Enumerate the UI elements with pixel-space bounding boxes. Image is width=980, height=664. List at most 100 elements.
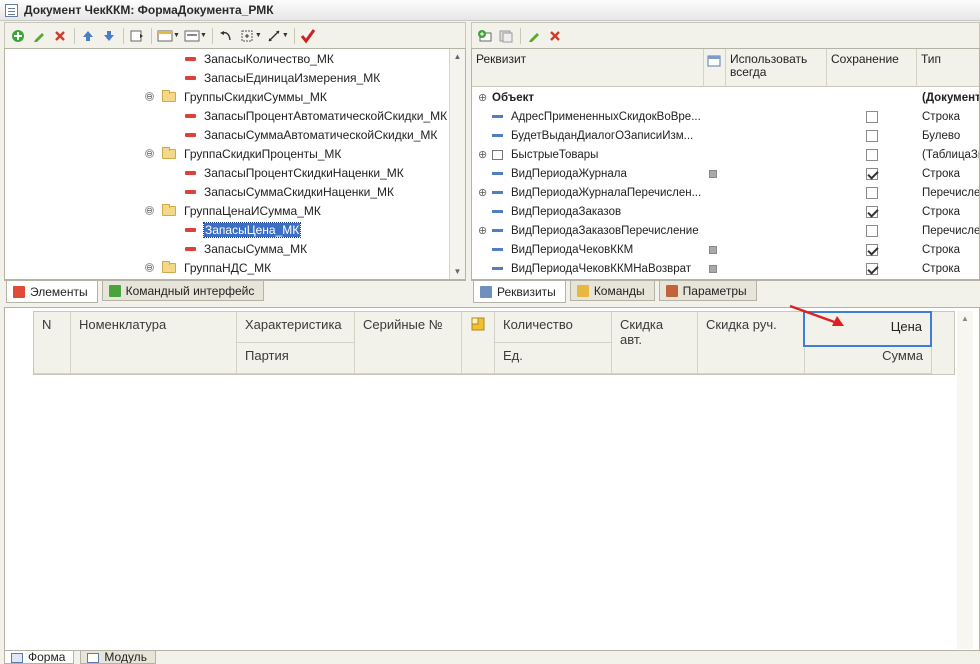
column-unit[interactable]: Ед. — [495, 343, 612, 374]
table-row[interactable]: ВидПериодаЧековККМНаВозврат Строка — [472, 259, 979, 278]
expand-icon[interactable]: ⊕ — [478, 186, 492, 199]
column-header-icon[interactable] — [704, 49, 726, 87]
add-icon[interactable] — [8, 26, 28, 46]
delete-icon[interactable] — [545, 26, 565, 46]
column-icon[interactable] — [462, 312, 495, 374]
column-sum[interactable]: Сумма — [805, 343, 932, 374]
tree-item[interactable]: ЗапасыСуммаАвтоматическойСкидки_МК — [185, 125, 437, 144]
undo-arrow-icon[interactable] — [216, 26, 236, 46]
table-row[interactable]: ВидПериодаЧековККМ Строка — [472, 240, 979, 259]
scroll-up-icon[interactable]: ▲ — [957, 311, 973, 327]
save-checkbox[interactable] — [866, 262, 878, 275]
panel-icon[interactable] — [182, 26, 202, 46]
chevron-down-icon[interactable]: ▼ — [200, 32, 207, 39]
collapse-icon[interactable]: ⊖ — [145, 206, 154, 215]
table-row[interactable]: БудетВыданДиалогОЗаписиИзм... Булево — [472, 126, 979, 145]
cell-save — [866, 126, 882, 145]
tree-group[interactable]: ⊖ ГруппыСкидкиСуммы_МК — [145, 87, 327, 106]
column-header-type[interactable]: Тип — [917, 49, 979, 87]
collapse-icon[interactable]: ⊖ — [145, 92, 154, 101]
table-row[interactable]: ⊕ БыстрыеТовары (ТаблицаЗн — [472, 145, 979, 164]
cell-type: Строка — [922, 167, 961, 180]
chevron-down-icon[interactable]: ▼ — [255, 32, 262, 39]
arrow-down-icon[interactable] — [99, 26, 119, 46]
expand-icon[interactable]: ⊕ — [478, 224, 492, 237]
save-checkbox[interactable] — [866, 167, 878, 180]
expand-icon[interactable]: ⊕ — [478, 148, 492, 161]
attribute-name: ВидПериодаЧековККМНаВозврат — [511, 262, 692, 275]
copy-attribute-icon[interactable] — [496, 26, 516, 46]
chevron-down-icon[interactable]: ▼ — [282, 32, 289, 39]
tree-item[interactable]: ЗапасыПроцентАвтоматическойСкидки_МК — [185, 106, 447, 125]
tab-attributes[interactable]: Реквизиты — [473, 281, 566, 303]
elements-tree[interactable]: ЗапасыКоличество_МК ЗапасыЕдиницаИзмерен… — [4, 48, 466, 280]
table-row[interactable]: ВидПериодаЖурнала Строка — [472, 164, 979, 183]
column-header-always[interactable]: Использовать всегда — [726, 49, 827, 87]
save-checkbox[interactable] — [866, 205, 878, 218]
delete-icon[interactable] — [50, 26, 70, 46]
tab-module[interactable]: Модуль — [80, 651, 156, 664]
tab-form[interactable]: Форма — [4, 651, 75, 664]
chevron-down-icon[interactable]: ▼ — [173, 32, 180, 39]
save-checkbox[interactable] — [866, 243, 878, 256]
tab-parameters[interactable]: Параметры — [658, 281, 757, 301]
tree-item[interactable]: ЗапасыКоличество_МК — [185, 49, 334, 68]
marker-icon — [709, 245, 717, 254]
column-n[interactable]: N — [34, 312, 71, 374]
save-checkbox[interactable] — [866, 224, 878, 237]
attributes-grid[interactable]: Реквизит Использовать всегда Сохранение Т… — [471, 48, 980, 280]
resize-icon[interactable] — [264, 26, 284, 46]
tab-command-interface[interactable]: Командный интерфейс — [101, 281, 265, 301]
table-row[interactable]: ВидПериодаЗаказов Строка — [472, 202, 979, 221]
tree-item[interactable]: ЗапасыСуммаСкидкиНаценки_МК — [185, 182, 394, 201]
toolbar-separator — [74, 27, 75, 44]
attributes-toolbar — [471, 22, 980, 48]
arrow-up-icon[interactable] — [78, 26, 98, 46]
tree-group[interactable]: ⊖ ГруппаЦенаИСумма_МК — [145, 201, 321, 220]
attribute-icon — [492, 191, 503, 194]
collapse-icon[interactable]: ⊖ — [145, 263, 154, 272]
column-quantity[interactable]: Количество — [495, 312, 612, 343]
tree-group[interactable]: ⊖ ГруппаСкидкиПроценты_МК — [145, 144, 341, 163]
tree-item-selected[interactable]: ЗапасыЦена_МК — [185, 220, 302, 239]
column-serial[interactable]: Серийные № — [355, 312, 462, 374]
table-row[interactable]: ⊕ Объект (Документ — [472, 88, 979, 107]
form-scrollbar[interactable]: ▲ — [957, 311, 973, 649]
checkmark-icon[interactable] — [298, 26, 318, 46]
column-header-rekvizit[interactable]: Реквизит — [472, 49, 704, 87]
save-checkbox[interactable] — [866, 129, 878, 142]
tree-item[interactable]: ЗапасыСумма_МК — [185, 239, 307, 258]
column-header-save[interactable]: Сохранение — [827, 49, 917, 87]
tab-elements[interactable]: Элементы — [6, 281, 98, 303]
cell-rekvizit: ⊕ ВидПериодаЖурналаПеречислен... — [478, 183, 702, 202]
tab-commands[interactable]: Команды — [569, 281, 655, 301]
layout-icon[interactable] — [155, 26, 175, 46]
table-row[interactable]: ⊕ ВидПериодаЖурналаПеречислен... Перечисле… — [472, 183, 979, 202]
tree-scrollbar[interactable]: ▲ ▼ — [449, 49, 465, 279]
column-nomenclature[interactable]: Номенклатура — [71, 312, 237, 374]
add-attribute-icon[interactable] — [475, 26, 495, 46]
attribute-name: ВидПериодаЖурнала — [511, 167, 627, 180]
column-discount-auto[interactable]: Скидка авт. — [612, 312, 698, 374]
pencil-icon[interactable] — [524, 26, 544, 46]
tree-group[interactable]: ⊖ ГруппаНДС_МК — [145, 258, 271, 277]
form-preview-icon[interactable] — [127, 26, 147, 46]
scroll-up-icon[interactable]: ▲ — [450, 49, 465, 64]
scroll-down-icon[interactable]: ▼ — [450, 264, 465, 279]
cell-rekvizit: АдресПримененныхСкидокВоВре... — [478, 107, 702, 126]
tree-item[interactable]: ЗапасыЕдиницаИзмерения_МК — [185, 68, 380, 87]
column-batch[interactable]: Партия — [237, 343, 355, 374]
save-checkbox[interactable] — [866, 110, 878, 123]
column-characteristic[interactable]: Характеристика — [237, 312, 355, 343]
save-checkbox[interactable] — [866, 186, 878, 199]
tree-item[interactable]: ЗапасыПроцентСкидкиНаценки_МК — [185, 163, 404, 182]
expand-icon[interactable] — [237, 26, 257, 46]
table-row[interactable]: АдресПримененныхСкидокВоВре... Строка — [472, 107, 979, 126]
collapse-icon[interactable]: ⊖ — [145, 149, 154, 158]
table-row[interactable]: ⊕ ВидПериодаЗаказовПеречисление Перечислен — [472, 221, 979, 240]
pencil-icon[interactable] — [29, 26, 49, 46]
expand-icon[interactable]: ⊕ — [478, 91, 492, 104]
attribute-icon — [492, 172, 503, 175]
elements-pane: ▼ ▼ ▼ ▼ ЗапасыКоличество_МК ЗапасыЕдиниц… — [4, 22, 466, 305]
save-checkbox[interactable] — [866, 148, 878, 161]
